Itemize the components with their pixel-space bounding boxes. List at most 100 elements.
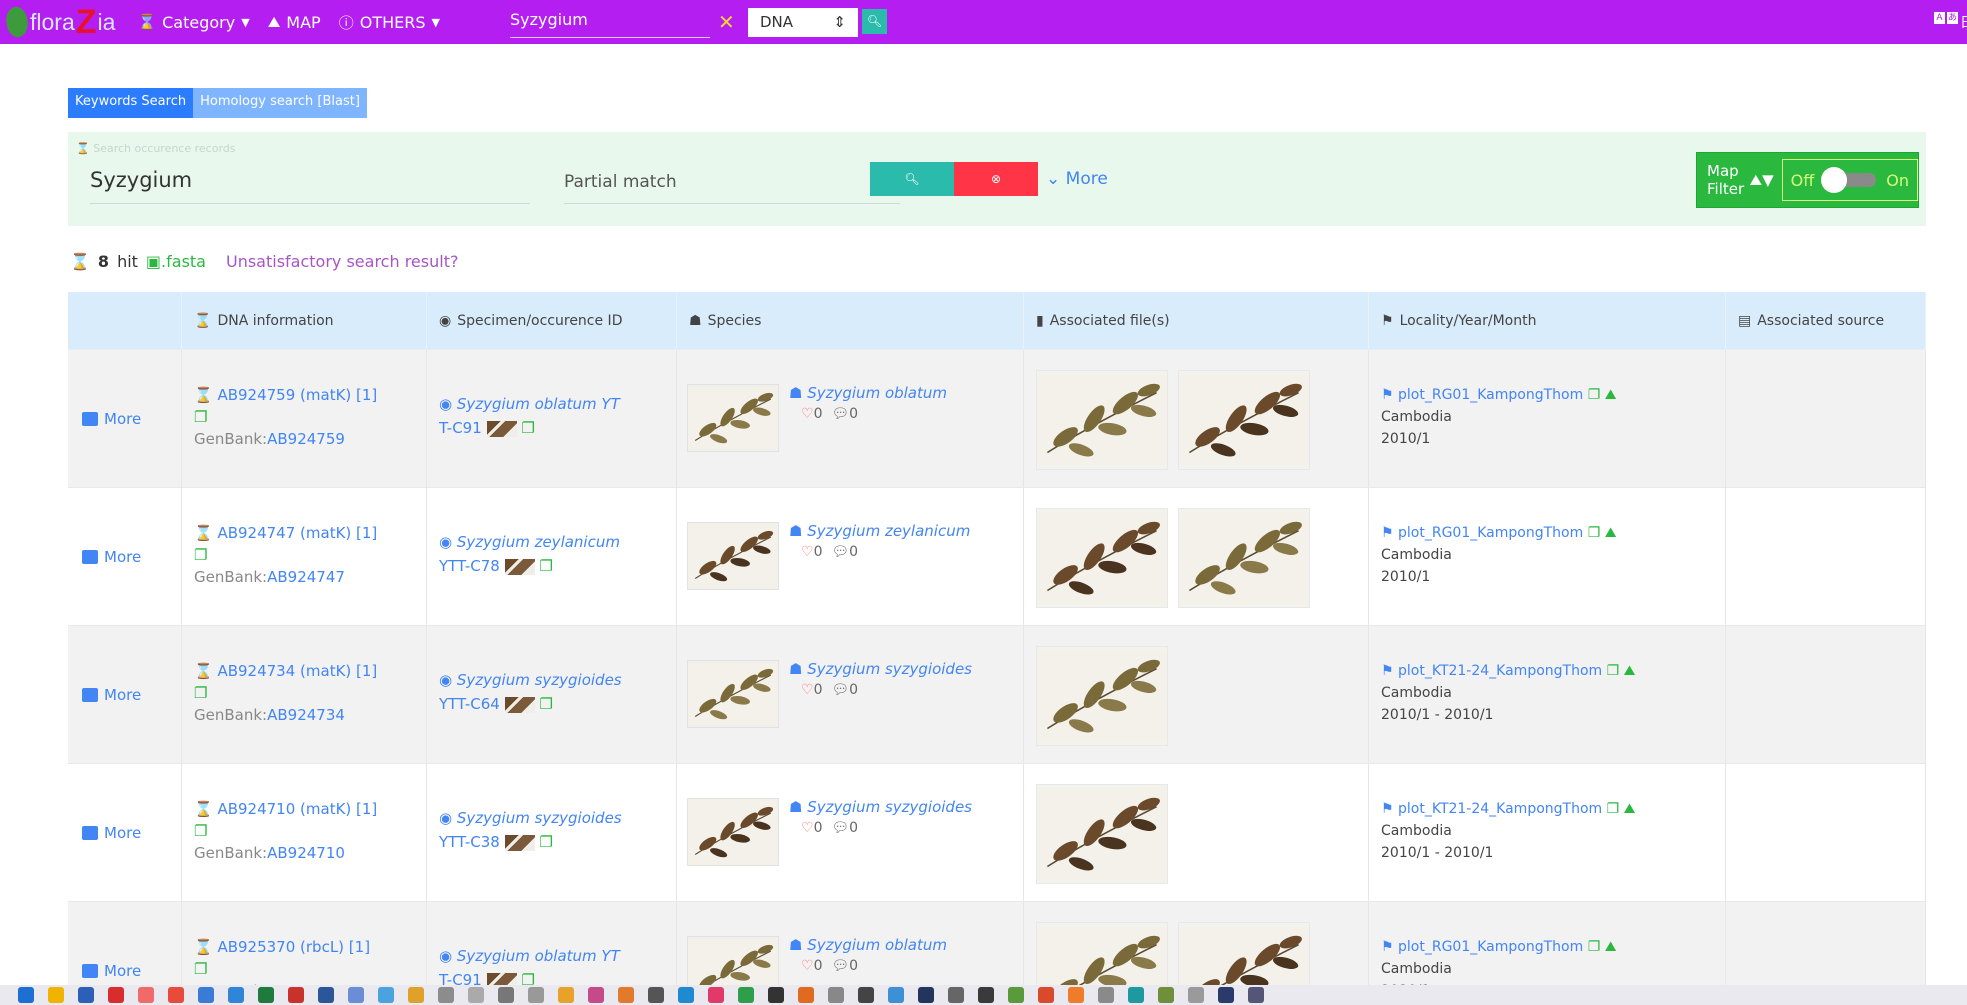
genbank-link[interactable]: AB924759 bbox=[267, 430, 345, 448]
plot-link[interactable]: ⚑ plot_RG01_KampongThom bbox=[1381, 525, 1583, 541]
toggle-switch[interactable] bbox=[1821, 167, 1877, 193]
tab-homology-search[interactable]: Homology search [Blast] bbox=[193, 88, 367, 118]
app-icon[interactable] bbox=[888, 987, 904, 1003]
map-filter-toggle[interactable]: Off On bbox=[1781, 159, 1918, 201]
app-icon[interactable] bbox=[1158, 987, 1174, 1003]
row-more-button[interactable]: More bbox=[82, 686, 141, 704]
genbank-link[interactable]: AB924734 bbox=[267, 706, 345, 724]
heart-icon[interactable]: ♡ bbox=[801, 682, 814, 698]
heart-icon[interactable]: ♡ bbox=[801, 958, 814, 974]
plot-link[interactable]: ⚑ plot_KT21-24_KampongThom bbox=[1381, 663, 1602, 679]
app-icon[interactable] bbox=[528, 987, 544, 1003]
app-icon[interactable] bbox=[228, 987, 244, 1003]
excel-icon[interactable] bbox=[258, 987, 274, 1003]
app-icon[interactable] bbox=[1188, 987, 1204, 1003]
header-species[interactable]: ☗ Species bbox=[677, 292, 1024, 349]
dna-accession-link[interactable]: ⌛ AB924747 (matK) [1] bbox=[194, 522, 377, 544]
copy-icon[interactable]: ❐ bbox=[194, 406, 377, 428]
associated-file-thumbnail[interactable] bbox=[1178, 370, 1310, 470]
app-icon[interactable] bbox=[768, 987, 784, 1003]
comment-icon[interactable]: 💬︎ bbox=[831, 406, 849, 422]
app-icon[interactable] bbox=[1098, 987, 1114, 1003]
copy-icon[interactable]: ❐ bbox=[1588, 387, 1601, 403]
nav-map[interactable]: ⛰ MAP bbox=[268, 13, 321, 32]
specimen-link[interactable]: ◉ Syzygium oblatum YT bbox=[439, 392, 659, 416]
species-thumbnail[interactable] bbox=[687, 384, 779, 452]
vscode-icon[interactable] bbox=[678, 987, 694, 1003]
app-icon[interactable] bbox=[1038, 987, 1054, 1003]
species-thumbnail[interactable] bbox=[687, 798, 779, 866]
map-icon[interactable]: ⛰ bbox=[1605, 939, 1617, 955]
nav-category[interactable]: ⌛ Category ▼ bbox=[137, 13, 249, 32]
map-icon[interactable]: ⛰ bbox=[1605, 525, 1617, 541]
app-icon[interactable] bbox=[828, 987, 844, 1003]
windows-start-icon[interactable] bbox=[18, 987, 34, 1003]
app-icon[interactable] bbox=[198, 987, 214, 1003]
keyword-input[interactable]: Syzygium bbox=[90, 166, 530, 204]
copy-icon[interactable]: ❐ bbox=[539, 557, 552, 575]
specimen-code[interactable]: YTT-C38 bbox=[439, 833, 500, 851]
app-icon[interactable] bbox=[378, 987, 394, 1003]
app-icon[interactable] bbox=[918, 987, 934, 1003]
app-icon[interactable] bbox=[468, 987, 484, 1003]
app-icon[interactable] bbox=[648, 987, 664, 1003]
app-icon[interactable] bbox=[1128, 987, 1144, 1003]
map-icon[interactable]: ⛰ bbox=[1624, 801, 1636, 817]
app-icon[interactable] bbox=[78, 987, 94, 1003]
plot-link[interactable]: ⚑ plot_RG01_KampongThom bbox=[1381, 939, 1583, 955]
language-switch[interactable]: A あ 日 bbox=[1934, 12, 1967, 32]
app-icon[interactable] bbox=[708, 987, 724, 1003]
app-icon[interactable] bbox=[1248, 987, 1264, 1003]
species-link[interactable]: ☗ Syzygium syzygioides bbox=[789, 660, 972, 678]
clear-button[interactable]: ⊗ bbox=[954, 162, 1038, 196]
specimen-code[interactable]: YTT-C64 bbox=[439, 695, 500, 713]
copy-icon[interactable]: ❐ bbox=[194, 958, 370, 980]
copy-icon[interactable]: ❐ bbox=[1588, 939, 1601, 955]
app-icon[interactable] bbox=[618, 987, 634, 1003]
app-icon[interactable] bbox=[408, 987, 424, 1003]
app-icon[interactable] bbox=[498, 987, 514, 1003]
header-files[interactable]: ▮ Associated file(s) bbox=[1024, 292, 1369, 349]
header-specimen[interactable]: ◉ Specimen/occurence ID bbox=[427, 292, 677, 349]
specimen-mini-thumbnail[interactable] bbox=[504, 558, 535, 575]
species-thumbnail[interactable] bbox=[687, 660, 779, 728]
plot-link[interactable]: ⚑ plot_KT21-24_KampongThom bbox=[1381, 801, 1602, 817]
app-icon[interactable] bbox=[558, 987, 574, 1003]
app-icon[interactable] bbox=[1068, 987, 1084, 1003]
terminal-icon[interactable] bbox=[858, 987, 874, 1003]
header-dna[interactable]: ⌛ DNA information bbox=[182, 292, 427, 349]
match-mode-select[interactable]: Partial match ▾ bbox=[564, 166, 900, 204]
heart-icon[interactable]: ♡ bbox=[801, 544, 814, 560]
row-more-button[interactable]: More bbox=[82, 962, 141, 980]
clear-search-icon[interactable]: ✕ bbox=[718, 10, 735, 34]
search-button[interactable]: 🔍︎ bbox=[870, 162, 954, 196]
nav-others[interactable]: ⓘ OTHERS ▼ bbox=[339, 12, 440, 33]
app-icon[interactable] bbox=[948, 987, 964, 1003]
app-icon[interactable] bbox=[438, 987, 454, 1003]
word-icon[interactable] bbox=[318, 987, 334, 1003]
chrome-icon[interactable] bbox=[168, 987, 184, 1003]
unsatisfactory-result-link[interactable]: Unsatisfactory search result? bbox=[226, 252, 458, 271]
app-icon[interactable] bbox=[138, 987, 154, 1003]
associated-file-thumbnail[interactable] bbox=[1036, 784, 1168, 884]
species-link[interactable]: ☗ Syzygium oblatum bbox=[789, 384, 947, 402]
app-icon[interactable] bbox=[348, 987, 364, 1003]
genbank-link[interactable]: AB924710 bbox=[267, 844, 345, 862]
dna-accession-link[interactable]: ⌛ AB924710 (matK) [1] bbox=[194, 798, 377, 820]
copy-icon[interactable]: ❐ bbox=[539, 833, 552, 851]
copy-icon[interactable]: ❐ bbox=[1588, 525, 1601, 541]
specimen-link[interactable]: ◉ Syzygium syzygioides bbox=[439, 806, 659, 830]
specimen-mini-thumbnail[interactable] bbox=[504, 696, 535, 713]
app-icon[interactable] bbox=[738, 987, 754, 1003]
specimen-mini-thumbnail[interactable] bbox=[504, 834, 535, 851]
app-icon[interactable] bbox=[978, 987, 994, 1003]
associated-file-thumbnail[interactable] bbox=[1036, 646, 1168, 746]
heart-icon[interactable]: ♡ bbox=[801, 820, 814, 836]
specimen-mini-thumbnail[interactable] bbox=[486, 420, 517, 437]
copy-icon[interactable]: ❐ bbox=[194, 820, 377, 842]
copy-icon[interactable]: ❐ bbox=[194, 544, 377, 566]
row-more-button[interactable]: More bbox=[82, 548, 141, 566]
plot-link[interactable]: ⚑ plot_RG01_KampongThom bbox=[1381, 387, 1583, 403]
dna-accession-link[interactable]: ⌛ AB924734 (matK) [1] bbox=[194, 660, 377, 682]
specimen-code[interactable]: T-C91 bbox=[439, 419, 482, 437]
